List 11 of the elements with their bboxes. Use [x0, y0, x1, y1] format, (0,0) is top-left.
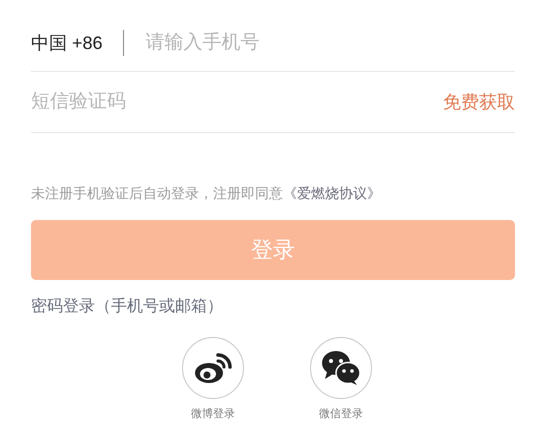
get-code-link[interactable]: 免费获取 [443, 90, 515, 114]
phone-field[interactable]: 请输入手机号 [146, 32, 515, 54]
agreement-link[interactable]: 《爱燃烧协议》 [283, 185, 381, 201]
social-login-label: 微信登录 [319, 407, 363, 421]
password-login-link[interactable]: 密码登录（手机号或邮箱） [31, 296, 223, 317]
eye-waves-icon [194, 351, 232, 385]
country-code[interactable]: 中国 +86 [31, 31, 103, 55]
chat-bubbles-icon [321, 350, 361, 386]
sms-code-field[interactable]: 短信验证码 [31, 91, 443, 113]
social-login-label: 微博登录 [191, 407, 235, 421]
agreement-text: 未注册手机验证后自动登录，注册即同意《爱燃烧协议》 [31, 185, 382, 203]
